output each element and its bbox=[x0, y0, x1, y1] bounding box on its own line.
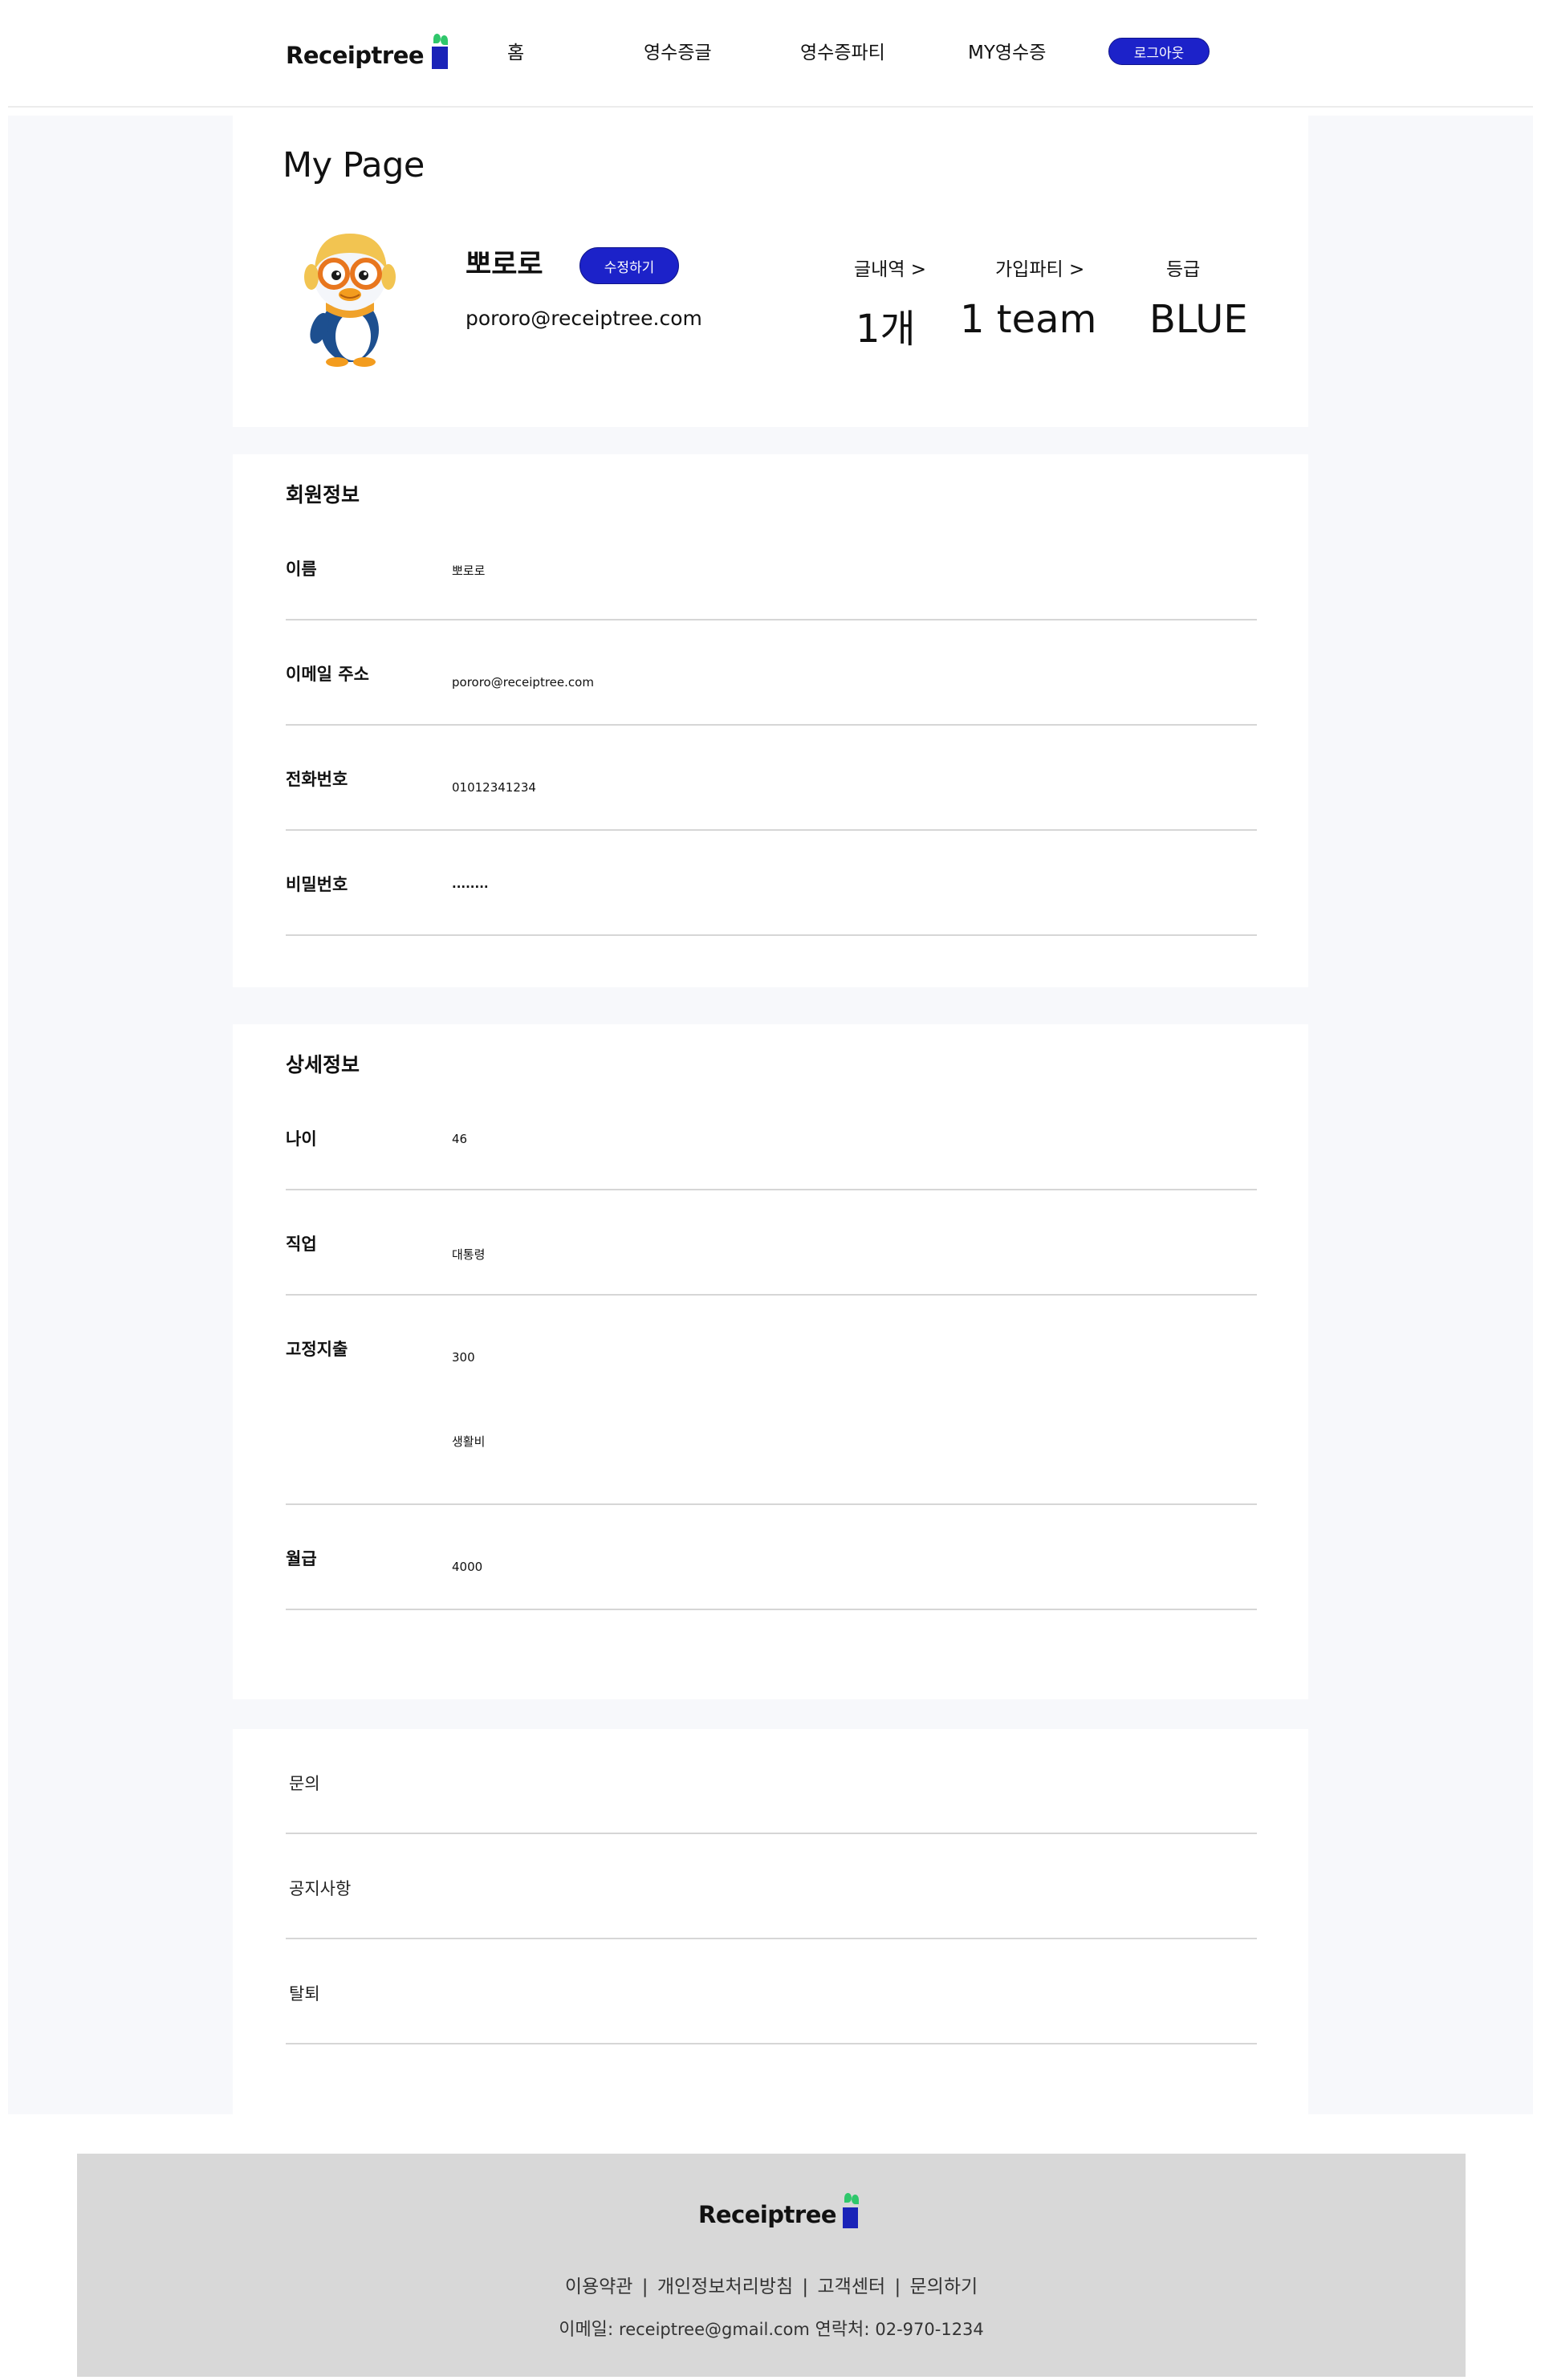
page-title: My Page bbox=[283, 145, 425, 185]
name-label: 이름 bbox=[286, 559, 317, 579]
row-divider bbox=[286, 1609, 1257, 1610]
detail-info-panel: 상세정보 나이 46 직업 대통령 고정지출 300 생활비 월급 4000 bbox=[233, 1024, 1308, 1699]
privacy-policy-link[interactable]: 개인정보처리방침 bbox=[657, 2276, 793, 2297]
footer-email: receiptree@gmail.com bbox=[619, 2320, 810, 2339]
customer-center-link[interactable]: 고객센터 bbox=[818, 2276, 886, 2297]
receipt-tree-icon bbox=[432, 34, 449, 69]
edit-profile-button[interactable]: 수정하기 bbox=[579, 247, 679, 284]
terms-link[interactable]: 이용약관 bbox=[565, 2276, 633, 2297]
email-label: 이메일 주소 bbox=[286, 665, 369, 684]
contact-link[interactable]: 문의하기 bbox=[910, 2276, 978, 2297]
footer-phone: 02-970-1234 bbox=[875, 2320, 984, 2339]
member-info-panel: 회원정보 이름 뽀로로 이메일 주소 pororo@receiptree.com… bbox=[233, 454, 1308, 987]
password-label: 비밀번호 bbox=[286, 875, 348, 894]
nav-home[interactable]: 홈 bbox=[507, 37, 524, 64]
user-name: 뽀로로 bbox=[466, 249, 543, 281]
logo[interactable]: Receiptree bbox=[286, 34, 449, 69]
salary-label: 월급 bbox=[286, 1549, 317, 1568]
footer-phone-label: 연락처: bbox=[815, 2320, 870, 2340]
footer-logo-text: Receiptree bbox=[698, 2201, 837, 2228]
row-divider bbox=[286, 619, 1257, 620]
posts-history-link[interactable]: 글내역 > bbox=[854, 254, 926, 281]
row-divider bbox=[286, 829, 1257, 831]
section-title-member-info: 회원정보 bbox=[286, 483, 360, 507]
fixed-expense-category: 생활비 bbox=[452, 1434, 486, 1449]
fixed-expense-label: 고정지출 bbox=[286, 1340, 348, 1359]
fixed-expense-value: 300 bbox=[452, 1350, 475, 1365]
age-label: 나이 bbox=[286, 1129, 317, 1149]
grade-value: BLUE bbox=[1149, 297, 1248, 342]
profile-panel: My Page 뽀로로 수정하기 pororo@receiptree.com 글… bbox=[233, 116, 1308, 427]
email-value: pororo@receiptree.com bbox=[452, 675, 594, 690]
post-count: 1개 bbox=[856, 307, 916, 352]
nav-receipt-posts[interactable]: 영수증글 bbox=[644, 37, 712, 64]
withdraw-link[interactable]: 탈퇴 bbox=[289, 1981, 320, 2005]
notice-link[interactable]: 공지사항 bbox=[289, 1876, 351, 1900]
logout-button[interactable]: 로그아웃 bbox=[1108, 38, 1210, 65]
row-divider bbox=[286, 1503, 1257, 1505]
age-value: 46 bbox=[452, 1132, 468, 1146]
footer: Receiptree 이용약관 | 개인정보처리방침 | 고객센터 | 문의하기… bbox=[77, 2154, 1466, 2377]
joined-party-link[interactable]: 가입파티 > bbox=[995, 254, 1084, 281]
row-divider bbox=[286, 1189, 1257, 1190]
row-divider bbox=[286, 1294, 1257, 1296]
party-count: 1 team bbox=[960, 297, 1097, 342]
name-value: 뽀로로 bbox=[452, 563, 486, 578]
logo-text: Receiptree bbox=[286, 42, 425, 69]
footer-contact: 이메일: receiptree@gmail.com 연락처: 02-970-12… bbox=[77, 2315, 1466, 2341]
row-divider bbox=[286, 724, 1257, 726]
row-divider bbox=[286, 934, 1257, 936]
phone-value: 01012341234 bbox=[452, 780, 536, 795]
job-value: 대통령 bbox=[452, 1247, 486, 1262]
row-divider bbox=[286, 1833, 1257, 1834]
footer-email-label: 이메일: bbox=[559, 2320, 614, 2340]
user-email: pororo@receiptree.com bbox=[466, 307, 702, 330]
nav-receipt-party[interactable]: 영수증파티 bbox=[800, 37, 885, 64]
section-title-detail-info: 상세정보 bbox=[286, 1053, 360, 1076]
footer-logo[interactable]: Receiptree bbox=[698, 2193, 860, 2228]
row-divider bbox=[286, 1938, 1257, 1939]
grade-label: 등급 bbox=[1166, 259, 1201, 280]
phone-label: 전화번호 bbox=[286, 770, 348, 789]
account-links-panel: 문의 공지사항 탈퇴 bbox=[233, 1729, 1308, 2114]
row-divider bbox=[286, 2043, 1257, 2044]
receipt-tree-icon bbox=[843, 2193, 860, 2228]
avatar bbox=[304, 234, 396, 367]
salary-value: 4000 bbox=[452, 1560, 483, 1574]
top-nav-bar: Receiptree 홈 영수증글 영수증파티 MY영수증 로그아웃 bbox=[0, 0, 1541, 108]
nav-my-receipt[interactable]: MY영수증 bbox=[968, 37, 1046, 64]
job-label: 직업 bbox=[286, 1235, 317, 1254]
header-divider bbox=[8, 106, 1533, 108]
footer-links: 이용약관 | 개인정보처리방침 | 고객센터 | 문의하기 bbox=[564, 2276, 978, 2297]
inquiry-link[interactable]: 문의 bbox=[289, 1771, 320, 1795]
password-value: ........ bbox=[452, 877, 489, 891]
